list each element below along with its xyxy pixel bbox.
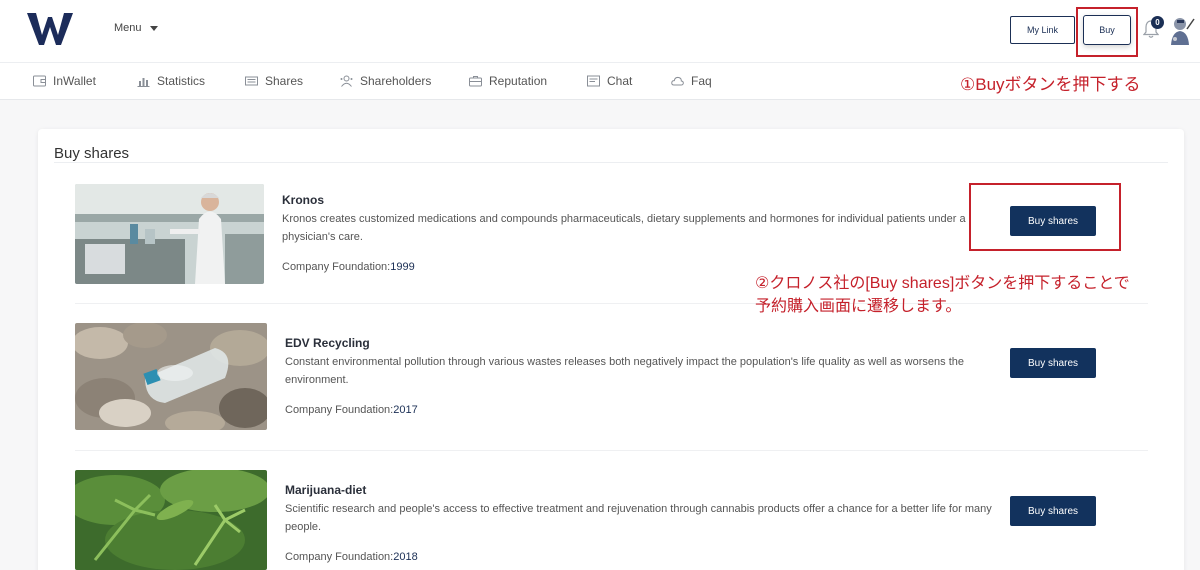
- page-title: Buy shares: [54, 145, 130, 162]
- company-description: Constant environmental pollution through…: [285, 356, 964, 386]
- foundation-year: 2017: [393, 404, 418, 416]
- shareholders-icon: [340, 75, 353, 87]
- company-foundation: Company Foundation:1999: [282, 261, 415, 273]
- bar-chart-icon: [137, 78, 150, 87]
- nav-item-shares[interactable]: Shares: [245, 63, 303, 99]
- my-link-button[interactable]: My Link: [1010, 16, 1075, 44]
- annotation-step-2: ②クロノス社の[Buy shares]ボタンを押下することで 予約購入画面に遷移…: [755, 272, 1130, 318]
- annotation-highlight-buy-shares: [969, 183, 1121, 251]
- company-description: Scientific research and people's access …: [285, 503, 992, 533]
- cloud-icon: [671, 76, 684, 86]
- company-image-marijuana-diet: [75, 470, 267, 570]
- annotation-step-2-line-1: ②クロノス社の[Buy shares]ボタンを押下することで: [755, 275, 1130, 292]
- nav-item-reputation[interactable]: Reputation: [469, 63, 547, 99]
- buy-shares-button-marijuana-diet[interactable]: Buy shares: [1010, 496, 1096, 526]
- menu-label: Menu: [114, 22, 142, 34]
- annotation-step-1: ①Buyボタンを押下する: [960, 75, 1141, 94]
- nav-item-inwallet[interactable]: InWallet: [33, 63, 96, 99]
- avatar[interactable]: [1167, 15, 1195, 47]
- chat-icon: [587, 75, 600, 87]
- company-name: Marijuana-diet: [285, 483, 367, 497]
- nav-item-label: Chat: [607, 74, 633, 88]
- company-name: Kronos: [282, 193, 324, 207]
- briefcase-icon: [469, 76, 482, 87]
- menu-dropdown[interactable]: Menu: [114, 22, 158, 34]
- company-name: EDV Recycling: [285, 336, 370, 350]
- logo-icon[interactable]: [27, 11, 73, 47]
- nav-item-label: Shareholders: [360, 74, 432, 88]
- nav-item-shareholders[interactable]: Shareholders: [340, 63, 431, 99]
- annotation-step-2-line-2: 予約購入画面に遷移します。: [755, 298, 962, 315]
- wallet-icon: [33, 75, 46, 87]
- nav-item-statistics[interactable]: Statistics: [137, 63, 205, 99]
- company-foundation: Company Foundation:2018: [285, 551, 418, 563]
- nav-item-chat[interactable]: Chat: [587, 63, 632, 99]
- buy-shares-button-edv-recycling[interactable]: Buy shares: [1010, 348, 1096, 378]
- company-description: Kronos creates customized medications an…: [282, 213, 966, 243]
- annotation-highlight-buy: [1076, 7, 1138, 57]
- nav-item-label: Statistics: [157, 74, 206, 88]
- company-foundation: Company Foundation:2017: [285, 404, 418, 416]
- top-header: Menu My Link Buy 0: [0, 0, 1200, 62]
- company-image-kronos: [75, 184, 264, 284]
- notification-badge: 0: [1151, 16, 1164, 29]
- shares-icon: [245, 76, 258, 86]
- company-image-edv-recycling: [75, 323, 267, 430]
- divider: [75, 450, 1148, 451]
- foundation-year: 2018: [393, 551, 418, 563]
- nav-item-faq[interactable]: Faq: [671, 63, 712, 99]
- foundation-year: 1999: [390, 261, 415, 273]
- nav-item-label: Shares: [265, 74, 304, 88]
- nav-item-label: Faq: [691, 74, 712, 88]
- nav-item-label: InWallet: [53, 74, 96, 88]
- chevron-down-icon: [149, 25, 158, 31]
- divider: [54, 162, 1168, 163]
- nav-item-label: Reputation: [489, 74, 548, 88]
